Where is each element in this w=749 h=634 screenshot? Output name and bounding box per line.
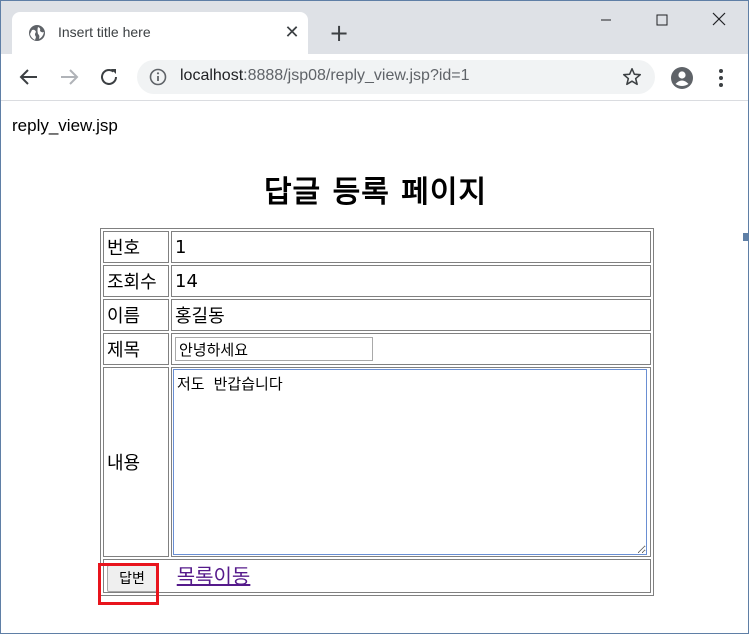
row-actions: 답변 목록이동 [103, 559, 651, 593]
row-views: 조회수 14 [103, 265, 651, 297]
browser-tab[interactable]: Insert title here ✕ [12, 12, 308, 54]
number-label: 번호 [103, 231, 169, 263]
info-icon[interactable] [149, 68, 167, 86]
maximize-icon[interactable] [639, 7, 685, 35]
highlight-box [98, 563, 159, 605]
reply-form-table: 번호 1 조회수 14 이름 홍길동 제목 내용 저도 반갑습니다 [100, 228, 654, 596]
tab-strip: Insert title here ✕ + [1, 1, 748, 54]
content-textarea[interactable]: 저도 반갑습니다 [173, 369, 647, 555]
plus-icon[interactable]: + [327, 21, 351, 45]
close-window-icon[interactable] [696, 7, 742, 35]
number-value: 1 [171, 231, 651, 263]
title-label: 제목 [103, 333, 169, 365]
list-link[interactable]: 목록이동 [177, 564, 251, 588]
kebab-menu-icon[interactable] [713, 66, 729, 90]
views-value: 14 [171, 265, 651, 297]
name-value: 홍길동 [171, 299, 651, 331]
row-name: 이름 홍길동 [103, 299, 651, 331]
arrow-left-icon[interactable] [17, 65, 41, 89]
star-icon[interactable] [621, 66, 643, 88]
content-label: 내용 [103, 367, 169, 557]
views-label: 조회수 [103, 265, 169, 297]
address-bar[interactable]: localhost:8888/jsp08/reply_view.jsp?id=1 [137, 60, 655, 94]
close-icon[interactable]: ✕ [282, 23, 302, 43]
arrow-right-icon[interactable] [57, 65, 81, 89]
page-title: 답글 등록 페이지 [263, 175, 488, 210]
page-content: reply_view.jsp 답글 등록 페이지 번호 1 조회수 14 이름 … [1, 101, 748, 633]
title-cell [171, 333, 651, 365]
url-path: :8888/jsp08/reply_view.jsp?id=1 [243, 67, 470, 84]
browser-toolbar: localhost:8888/jsp08/reply_view.jsp?id=1 [1, 54, 748, 101]
minimize-icon[interactable] [583, 7, 629, 35]
url-text: localhost:8888/jsp08/reply_view.jsp?id=1 [180, 67, 470, 85]
tab-title: Insert title here [58, 24, 151, 40]
title-input[interactable] [175, 337, 373, 361]
row-title: 제목 [103, 333, 651, 365]
browser-window: Insert title here ✕ + localhost:8888/jsp… [0, 0, 749, 634]
reload-icon[interactable] [97, 65, 121, 89]
url-host: localhost [180, 67, 244, 84]
file-name-text: reply_view.jsp [12, 116, 118, 135]
row-number: 번호 1 [103, 231, 651, 263]
content-cell: 저도 반갑습니다 [171, 367, 651, 557]
account-icon[interactable] [670, 66, 694, 90]
name-label: 이름 [103, 299, 169, 331]
scroll-marker [743, 233, 748, 241]
globe-icon [29, 25, 45, 41]
row-content: 내용 저도 반갑습니다 [103, 367, 651, 557]
actions-cell: 답변 목록이동 [103, 559, 651, 593]
